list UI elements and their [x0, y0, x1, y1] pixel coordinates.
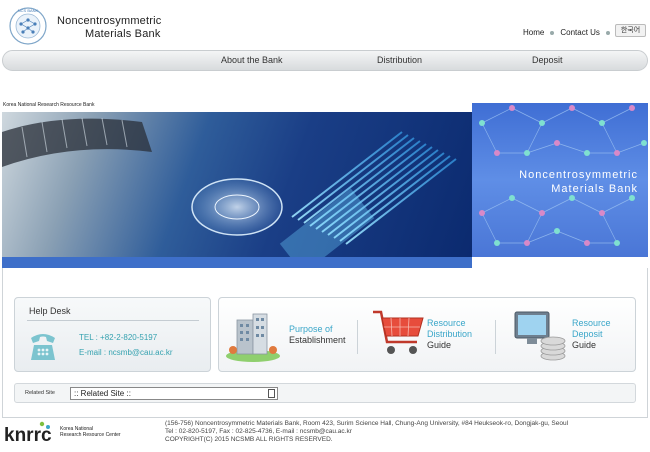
related-site-select[interactable]: :: Related Site :: — [70, 387, 278, 400]
guide-deposit-line3: Guide — [572, 340, 597, 350]
site-title-line2: Materials Bank — [85, 28, 161, 40]
nav-deposit[interactable]: Deposit — [532, 55, 563, 65]
banner-title: Noncentrosymmetric Materials Bank — [519, 168, 638, 196]
help-desk-tel: TEL : +82-2-820-5197 — [79, 333, 158, 342]
link-separator-dot — [605, 30, 610, 35]
hero-underline-bar — [2, 257, 472, 268]
link-separator-dot — [550, 30, 555, 35]
nav-about-the-bank[interactable]: About the Bank — [221, 55, 283, 65]
guide-deposit-line1: Resource — [572, 318, 611, 328]
telephone-icon — [31, 334, 55, 360]
guide-separator — [357, 320, 358, 354]
site-title[interactable]: Noncentrosymmetric Materials Bank — [57, 15, 161, 41]
guide-purpose-line2: Establishment — [289, 335, 346, 345]
dropdown-arrow-icon[interactable] — [268, 389, 275, 398]
guide-distribution-line3: Guide — [427, 340, 452, 350]
ncs-bank-logo[interactable]: NCS BANK — [8, 6, 48, 46]
help-desk-panel: Help Desk TEL : +82-2-820-5197 E-mail : … — [14, 297, 211, 372]
help-desk-email[interactable]: E-mail : ncsmb@cau.ac.kr — [79, 348, 172, 357]
related-site-bar: Related Site :: Related Site :: — [14, 383, 636, 403]
footer-address: (156-756) Noncentrosymmetric Materials B… — [165, 420, 569, 427]
computer-coins-icon — [514, 311, 566, 361]
help-desk-divider — [27, 320, 199, 321]
site-title-line1: Noncentrosymmetric — [57, 15, 162, 27]
guides-panel: Purpose of Establishment Resource Distri… — [218, 297, 636, 372]
building-icon — [226, 313, 280, 362]
main-nav: About the Bank Distribution Deposit — [2, 50, 648, 71]
shopping-cart-icon — [373, 310, 424, 354]
footer-info: (156-756) Noncentrosymmetric Materials B… — [165, 420, 568, 444]
knrrc-name-line2: Research Resource Center — [60, 432, 121, 438]
optical-fiber-image — [2, 117, 457, 257]
hero-banner: Noncentrosymmetric Materials Bank — [472, 103, 648, 257]
guide-distribution-line2: Distribution — [427, 329, 473, 339]
resource-distribution-guide-link[interactable]: Resource Distribution Guide — [369, 306, 499, 366]
resource-deposit-guide-link[interactable]: Resource Deposit Guide — [511, 306, 635, 366]
guide-purpose-line1: Purpose of — [289, 324, 333, 334]
top-links: Home Contact Us — [523, 28, 616, 37]
ncs-bank-logo-icon: NCS BANK — [9, 7, 47, 45]
knrrc-logo-text: knrrc — [4, 425, 52, 446]
related-site-selected-value: :: Related Site :: — [74, 389, 131, 398]
related-site-label: Related Site — [25, 390, 55, 396]
banner-title-line1: Noncentrosymmetric — [519, 169, 638, 181]
guide-deposit-line2: Deposit — [572, 329, 603, 339]
purpose-of-establishment-link[interactable]: Purpose of Establishment — [223, 306, 363, 366]
nav-distribution[interactable]: Distribution — [377, 55, 422, 65]
help-desk-title: Help Desk — [29, 306, 71, 316]
footer-contact: Tel : 02-820-5197, Fax : 02-825-4736, E-… — [165, 428, 352, 435]
home-link[interactable]: Home — [523, 28, 544, 37]
guide-distribution-line1: Resource — [427, 318, 466, 328]
logo-ring-text: NCS BANK — [18, 8, 39, 13]
org-label: Korea National Research Resource Bank — [3, 102, 95, 108]
language-korean-button[interactable]: 한국어 — [615, 24, 646, 37]
knrrc-name: Korea National Research Resource Center — [60, 426, 121, 438]
knrrc-logo: knrrc — [4, 420, 56, 446]
banner-title-line2: Materials Bank — [551, 183, 638, 195]
hero-photo — [2, 112, 472, 257]
guide-separator — [495, 320, 496, 354]
contact-us-link[interactable]: Contact Us — [560, 28, 600, 37]
footer-copyright: COPYRIGHT(C) 2015 NCSMB ALL RIGHTS RESER… — [165, 436, 333, 443]
knrrc-logo-icon: knrrc — [4, 421, 52, 446]
